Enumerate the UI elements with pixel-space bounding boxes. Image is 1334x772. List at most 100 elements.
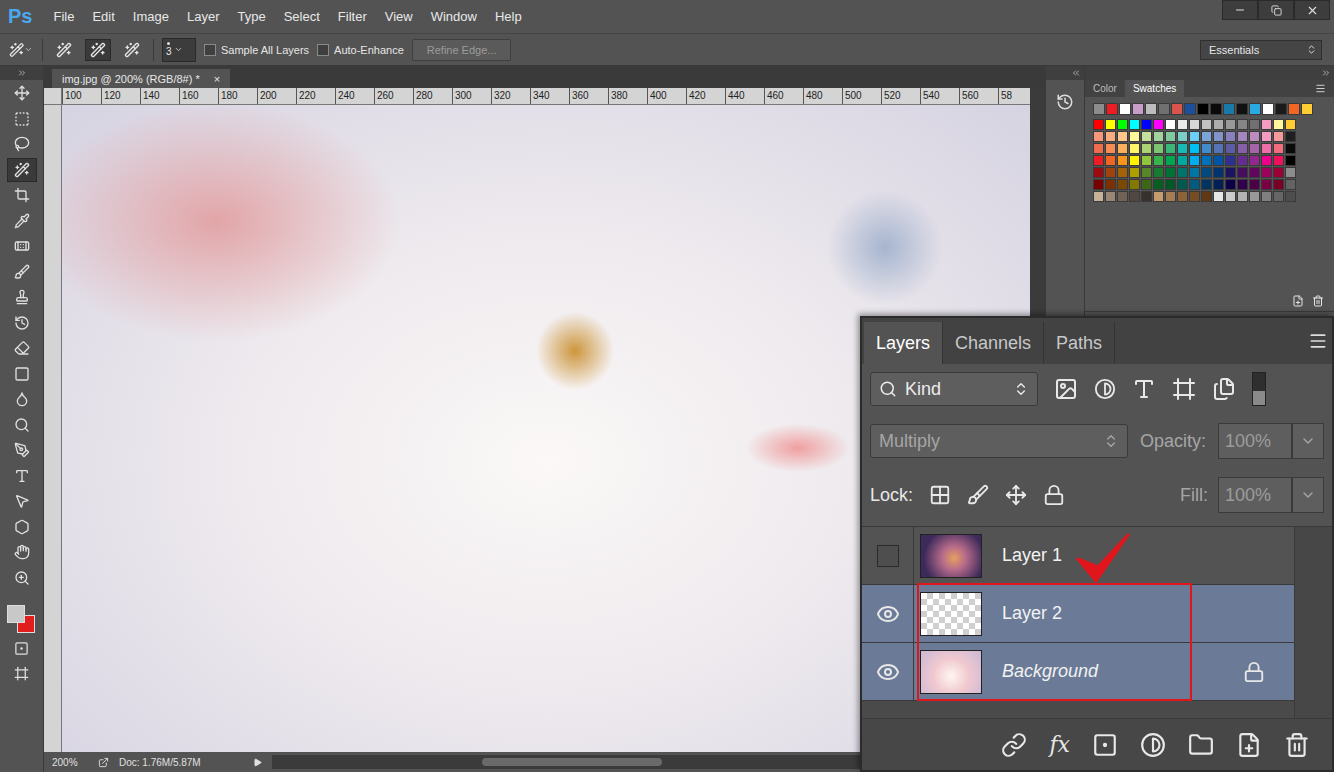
checkbox-box[interactable] (204, 44, 216, 56)
swatch[interactable] (1285, 155, 1296, 166)
collapse-icon[interactable] (1071, 68, 1081, 78)
swatch[interactable] (1141, 179, 1152, 190)
swatch[interactable] (1105, 143, 1116, 154)
tool-button[interactable] (7, 413, 37, 438)
swatch[interactable] (1165, 191, 1176, 202)
selection-mode-button[interactable] (119, 39, 145, 61)
swatch[interactable] (1117, 167, 1128, 178)
swatch[interactable] (1141, 155, 1152, 166)
document-tab[interactable]: img.jpg @ 200% (RGB/8#) *× (52, 69, 230, 88)
panel-menu[interactable] (1304, 327, 1332, 355)
swatch[interactable] (1210, 103, 1222, 115)
tool-button[interactable] (7, 515, 37, 540)
swatch[interactable] (1129, 167, 1140, 178)
swatch[interactable] (1261, 143, 1272, 154)
swatch[interactable] (1129, 191, 1140, 202)
swatch[interactable] (1237, 191, 1248, 202)
tool-button[interactable] (7, 260, 37, 285)
swatch[interactable] (1273, 179, 1284, 190)
swatch[interactable] (1225, 167, 1236, 178)
history-panel-button[interactable] (1051, 88, 1079, 116)
option-checkbox[interactable]: Auto-Enhance (317, 44, 404, 56)
shape-filter-icon[interactable] (1172, 377, 1196, 401)
swatch[interactable] (1177, 131, 1188, 142)
share-icon[interactable] (98, 757, 109, 768)
swatch[interactable] (1117, 179, 1128, 190)
swatch[interactable] (1165, 131, 1176, 142)
swatch[interactable] (1285, 179, 1296, 190)
foreground-color[interactable] (7, 605, 25, 623)
swatch[interactable] (1273, 119, 1284, 130)
swatch[interactable] (1105, 167, 1116, 178)
swatch[interactable] (1189, 131, 1200, 142)
panel-tab[interactable]: Color (1085, 80, 1125, 97)
fx-button[interactable]: fx (1049, 732, 1070, 757)
zoom-level[interactable]: 200% (52, 757, 88, 768)
swatch[interactable] (1105, 179, 1116, 190)
swatch[interactable] (1261, 179, 1272, 190)
swatch[interactable] (1201, 143, 1212, 154)
lock-all-icon[interactable] (1043, 484, 1065, 506)
adjustment-filter-icon[interactable] (1094, 378, 1116, 400)
tool-button[interactable] (7, 464, 37, 489)
swatch[interactable] (1237, 143, 1248, 154)
panel-menu[interactable] (1306, 80, 1334, 97)
swatch[interactable] (1261, 131, 1272, 142)
tool-button[interactable] (7, 183, 37, 208)
swatch[interactable] (1141, 131, 1152, 142)
swatch[interactable] (1189, 167, 1200, 178)
expand-icon[interactable] (17, 68, 27, 78)
swatch[interactable] (1285, 167, 1296, 178)
swatch[interactable] (1285, 191, 1296, 202)
collapse-icon[interactable] (1321, 68, 1331, 78)
tool-button[interactable] (7, 540, 37, 565)
link-icon[interactable] (1001, 732, 1027, 758)
layer-row[interactable]: Layer 1 (862, 527, 1294, 585)
swatch[interactable] (1249, 179, 1260, 190)
swatch[interactable] (1117, 119, 1128, 130)
tool-button[interactable] (7, 362, 37, 387)
fill-slider-button[interactable] (1292, 477, 1324, 513)
swatch[interactable] (1093, 179, 1104, 190)
swatch[interactable] (1213, 131, 1224, 142)
swatch[interactable] (1249, 191, 1260, 202)
swatch[interactable] (1285, 143, 1296, 154)
layer-row[interactable]: Layer 2 (862, 585, 1294, 643)
swatch[interactable] (1225, 155, 1236, 166)
swatch[interactable] (1285, 131, 1296, 142)
lock-position-icon[interactable] (1005, 484, 1027, 506)
tool-button[interactable] (7, 81, 37, 106)
smart-object-filter-icon[interactable] (1212, 377, 1236, 401)
filter-kind-select[interactable]: Kind (870, 372, 1038, 406)
swatch[interactable] (1165, 119, 1176, 130)
swatch[interactable] (1145, 103, 1157, 115)
panel-tab[interactable]: Paths (1044, 322, 1115, 364)
swatch[interactable] (1213, 167, 1224, 178)
menu-item[interactable]: Filter (329, 9, 376, 24)
swatch[interactable] (1261, 167, 1272, 178)
swatch[interactable] (1225, 131, 1236, 142)
swatch[interactable] (1249, 131, 1260, 142)
swatch[interactable] (1237, 119, 1248, 130)
swatch[interactable] (1201, 179, 1212, 190)
menu-arrow-icon[interactable] (253, 758, 262, 767)
swatch[interactable] (1165, 179, 1176, 190)
new-swatch-icon[interactable] (1292, 295, 1304, 307)
swatch[interactable] (1213, 179, 1224, 190)
swatch[interactable] (1105, 119, 1116, 130)
swatch[interactable] (1117, 155, 1128, 166)
minimize-button[interactable] (1222, 0, 1258, 20)
swatch[interactable] (1273, 143, 1284, 154)
swatch[interactable] (1117, 143, 1128, 154)
lock-pixels-icon[interactable] (967, 484, 989, 506)
swatch[interactable] (1285, 119, 1296, 130)
swatch[interactable] (1129, 143, 1140, 154)
menu-item[interactable]: Window (422, 9, 486, 24)
swatch[interactable] (1237, 179, 1248, 190)
swatch[interactable] (1201, 191, 1212, 202)
close-button[interactable] (1294, 0, 1330, 20)
swatch[interactable] (1261, 155, 1272, 166)
swatch[interactable] (1236, 103, 1248, 115)
screen-mode-button[interactable] (7, 662, 37, 687)
menu-item[interactable]: Edit (83, 9, 123, 24)
